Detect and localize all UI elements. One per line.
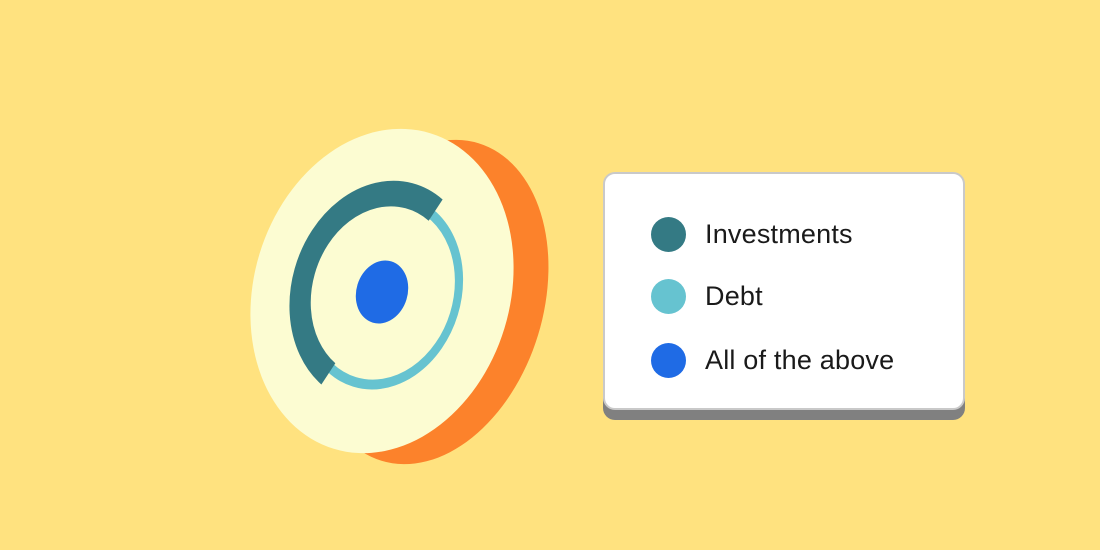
- legend-label-debt: Debt: [705, 280, 763, 311]
- legend-label-all-of-the-above: All of the above: [705, 344, 895, 375]
- legend-item-debt: Debt: [651, 278, 763, 314]
- illustration: Investments Debt All of the above: [0, 0, 1100, 550]
- legend-card: Investments Debt All of the above: [603, 172, 965, 410]
- legend-label-investments: Investments: [705, 218, 853, 249]
- debt-swatch-icon: [651, 278, 686, 314]
- legend-item-all-of-the-above: All of the above: [651, 342, 894, 378]
- investments-swatch-icon: [651, 216, 686, 252]
- legend-item-investments: Investments: [651, 216, 853, 252]
- all-of-the-above-swatch-icon: [651, 342, 686, 378]
